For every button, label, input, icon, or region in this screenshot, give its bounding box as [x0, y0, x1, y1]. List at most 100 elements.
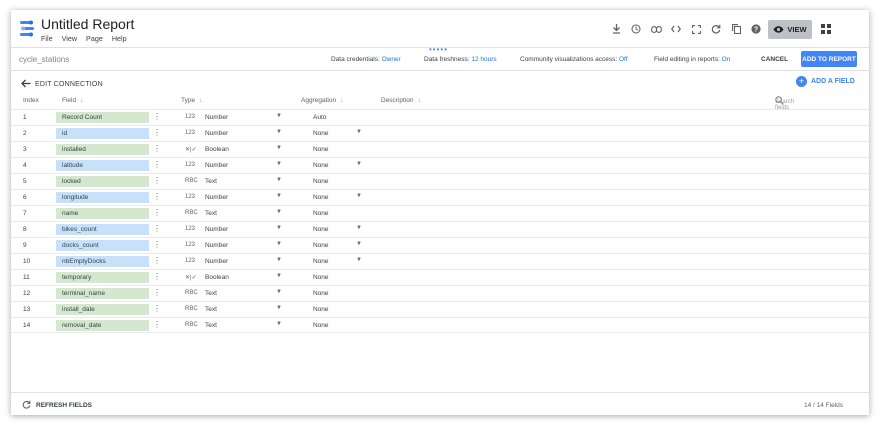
datasource-name[interactable]: cycle_stations: [19, 55, 69, 64]
type-select[interactable]: Number: [205, 242, 228, 249]
field-name-chip[interactable]: latitude: [56, 160, 149, 171]
more-options-icon[interactable]: ⋮: [153, 176, 161, 186]
dropdown-arrow-icon[interactable]: ▼: [356, 161, 362, 167]
field-editing-value[interactable]: On: [722, 56, 731, 63]
data-freshness[interactable]: Data freshness: 12 hours: [424, 56, 497, 63]
header-aggregation[interactable]: Aggregation ↓: [301, 97, 344, 104]
field-editing[interactable]: Field editing in reports: On: [654, 56, 730, 63]
type-select[interactable]: Number: [205, 114, 228, 121]
type-select[interactable]: Text: [205, 290, 217, 297]
more-options-icon[interactable]: ⋮: [153, 128, 161, 138]
fullscreen-icon[interactable]: [686, 21, 706, 37]
type-select[interactable]: Boolean: [205, 146, 229, 153]
dropdown-arrow-icon[interactable]: ▼: [356, 129, 362, 135]
field-name-chip[interactable]: removal_date: [56, 320, 149, 331]
dropdown-arrow-icon[interactable]: ▼: [276, 289, 282, 295]
header-type[interactable]: Type ↓: [181, 97, 203, 104]
type-select[interactable]: Number: [205, 162, 228, 169]
more-options-icon[interactable]: ⋮: [153, 192, 161, 202]
type-select[interactable]: Boolean: [205, 274, 229, 281]
history-icon[interactable]: [626, 21, 646, 37]
dropdown-arrow-icon[interactable]: ▼: [276, 129, 282, 135]
menu-help[interactable]: Help: [112, 34, 127, 43]
community-visualizations[interactable]: Community visualizations access: Off: [520, 56, 628, 63]
search-fields[interactable]: Search fields: [775, 96, 794, 111]
dropdown-arrow-icon[interactable]: ▼: [356, 225, 362, 231]
field-name-chip[interactable]: id: [56, 128, 149, 139]
aggregation-value[interactable]: None: [313, 242, 329, 249]
dropdown-arrow-icon[interactable]: ▼: [276, 193, 282, 199]
dropdown-arrow-icon[interactable]: ▼: [276, 225, 282, 231]
more-options-icon[interactable]: ⋮: [153, 240, 161, 250]
aggregation-value[interactable]: None: [313, 130, 329, 137]
link-icon[interactable]: [646, 21, 666, 37]
field-name-chip[interactable]: nbEmptyDocks: [56, 256, 149, 267]
aggregation-value[interactable]: None: [313, 258, 329, 265]
community-visualizations-value[interactable]: Off: [619, 56, 628, 63]
field-name-chip[interactable]: docks_count: [56, 240, 149, 251]
drag-handle-icon[interactable]: •••••: [429, 45, 448, 54]
menu-file[interactable]: File: [41, 34, 53, 43]
sort-arrow-icon[interactable]: ↓: [199, 97, 203, 104]
more-options-icon[interactable]: ⋮: [153, 112, 161, 122]
dropdown-arrow-icon[interactable]: ▼: [276, 145, 282, 151]
apps-grid-icon[interactable]: [821, 24, 831, 34]
sort-arrow-icon[interactable]: ↓: [340, 97, 344, 104]
dropdown-arrow-icon[interactable]: ▼: [276, 257, 282, 263]
refresh-fields-icon[interactable]: [22, 400, 31, 411]
dropdown-arrow-icon[interactable]: ▼: [276, 209, 282, 215]
dropdown-arrow-icon[interactable]: ▼: [276, 241, 282, 247]
type-select[interactable]: Number: [205, 130, 228, 137]
add-to-report-button[interactable]: ADD TO REPORT: [801, 51, 857, 67]
field-name-chip[interactable]: Record Count: [56, 112, 149, 123]
report-title[interactable]: Untitled Report: [41, 16, 134, 32]
type-select[interactable]: Text: [205, 306, 217, 313]
type-select[interactable]: Text: [205, 322, 217, 329]
refresh-fields-button[interactable]: REFRESH FIELDS: [36, 402, 92, 409]
type-select[interactable]: Text: [205, 178, 217, 185]
dropdown-arrow-icon[interactable]: ▼: [276, 305, 282, 311]
more-options-icon[interactable]: ⋮: [153, 272, 161, 282]
data-credentials[interactable]: Data credentials: Owner: [331, 56, 401, 63]
data-credentials-value[interactable]: Owner: [382, 56, 401, 63]
field-name-chip[interactable]: install_date: [56, 304, 149, 315]
aggregation-value[interactable]: None: [313, 226, 329, 233]
download-icon[interactable]: [606, 21, 626, 37]
menu-view[interactable]: View: [62, 34, 77, 43]
dropdown-arrow-icon[interactable]: ▼: [276, 161, 282, 167]
type-select[interactable]: Number: [205, 226, 228, 233]
copy-icon[interactable]: [726, 21, 746, 37]
more-options-icon[interactable]: ⋮: [153, 304, 161, 314]
dropdown-arrow-icon[interactable]: ▼: [276, 177, 282, 183]
menu-page[interactable]: Page: [86, 34, 103, 43]
dropdown-arrow-icon[interactable]: ▼: [276, 273, 282, 279]
back-arrow-icon[interactable]: [21, 79, 31, 91]
field-name-chip[interactable]: temporary: [56, 272, 149, 283]
header-description[interactable]: Description ↓: [381, 97, 421, 104]
aggregation-value[interactable]: None: [313, 194, 329, 201]
more-options-icon[interactable]: ⋮: [153, 144, 161, 154]
type-select[interactable]: Text: [205, 210, 217, 217]
add-field-button[interactable]: + ADD A FIELD: [796, 76, 855, 87]
dropdown-arrow-icon[interactable]: ▼: [276, 113, 282, 119]
help-icon[interactable]: ?: [746, 21, 766, 37]
header-field[interactable]: Field ↓: [62, 97, 84, 104]
cancel-button[interactable]: CANCEL: [761, 56, 788, 63]
field-name-chip[interactable]: name: [56, 208, 149, 219]
aggregation-value[interactable]: None: [313, 162, 329, 169]
refresh-icon[interactable]: [706, 21, 726, 37]
more-options-icon[interactable]: ⋮: [153, 256, 161, 266]
embed-code-icon[interactable]: [666, 21, 686, 37]
data-freshness-value[interactable]: 12 hours: [471, 56, 496, 63]
more-options-icon[interactable]: ⋮: [153, 208, 161, 218]
sort-arrow-icon[interactable]: ↓: [418, 97, 422, 104]
dropdown-arrow-icon[interactable]: ▼: [356, 193, 362, 199]
edit-connection-button[interactable]: EDIT CONNECTION: [35, 81, 103, 88]
field-name-chip[interactable]: installed: [56, 144, 149, 155]
more-options-icon[interactable]: ⋮: [153, 160, 161, 170]
more-options-icon[interactable]: ⋮: [153, 320, 161, 330]
more-options-icon[interactable]: ⋮: [153, 224, 161, 234]
type-select[interactable]: Number: [205, 258, 228, 265]
dropdown-arrow-icon[interactable]: ▼: [356, 241, 362, 247]
field-name-chip[interactable]: bikes_count: [56, 224, 149, 235]
